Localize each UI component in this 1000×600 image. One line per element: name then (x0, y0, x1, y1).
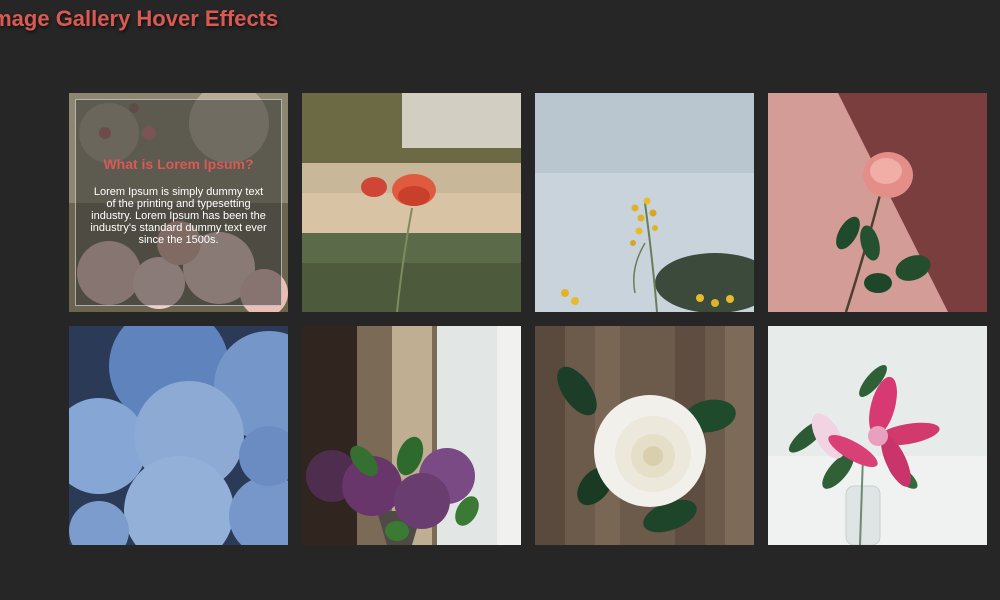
overlay-heading: What is Lorem Ipsum? (103, 156, 254, 172)
page-title: Image Gallery Hover Effects (0, 6, 279, 31)
yellow-flowers-image (535, 93, 754, 312)
gallery-tile-8[interactable] (768, 326, 987, 545)
gallery-tile-1[interactable]: What is Lorem Ipsum? Lorem Ipsum is simp… (69, 93, 288, 312)
gallery-tile-6[interactable] (302, 326, 521, 545)
gallery-tile-3[interactable] (535, 93, 754, 312)
hover-overlay: What is Lorem Ipsum? Lorem Ipsum is simp… (75, 99, 282, 306)
gallery-tile-7[interactable] (535, 326, 754, 545)
pink-rose-image (768, 93, 987, 312)
white-rose-image (535, 326, 754, 545)
gallery-tile-4[interactable] (768, 93, 987, 312)
overlay-description: Lorem Ipsum is simply dummy text of the … (90, 186, 267, 246)
pink-lily-image (768, 326, 987, 545)
gallery-tile-2[interactable] (302, 93, 521, 312)
lilac-bouquet-image (302, 326, 521, 545)
gallery-tile-5[interactable] (69, 326, 288, 545)
red-poppy-image (302, 93, 521, 312)
image-gallery: What is Lorem Ipsum? Lorem Ipsum is simp… (69, 93, 987, 545)
blue-hydrangeas-image (69, 326, 288, 545)
